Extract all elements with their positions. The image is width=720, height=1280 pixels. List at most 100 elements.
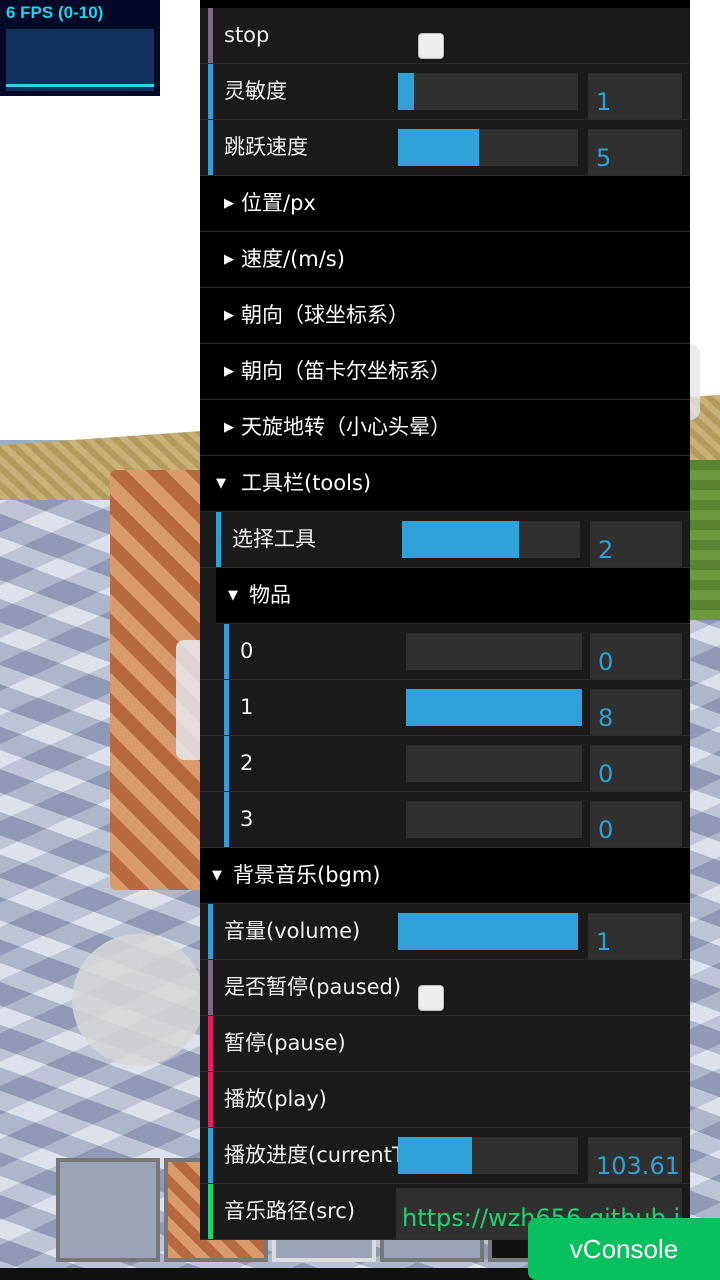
number-accent — [208, 904, 213, 959]
fps-graph — [6, 29, 154, 91]
item-input[interactable]: 0 — [590, 633, 682, 679]
folder-title: 背景音乐(bgm) — [233, 863, 381, 887]
joystick[interactable] — [72, 934, 204, 1066]
caret-right-icon: ▶ — [224, 364, 234, 379]
play-label: 播放(play) — [224, 1087, 327, 1111]
play-button[interactable]: 播放(play) — [200, 1072, 690, 1128]
folder-title: 速度/(m/s) — [241, 247, 345, 271]
folder-flip[interactable]: ▶ 天旋地转（小心头晕） — [200, 400, 690, 456]
jump-speed-input[interactable]: 5 — [588, 129, 682, 175]
caret-down-icon: ▼ — [212, 868, 222, 883]
folder-items[interactable]: ▼ 物品 — [216, 568, 690, 624]
paused-label: 是否暂停(paused) — [224, 975, 402, 999]
vconsole-button[interactable]: vConsole — [528, 1218, 720, 1280]
stop-label: stop — [224, 23, 270, 47]
caret-right-icon: ▶ — [224, 252, 234, 267]
select-tool-row: 选择工具 2 — [200, 512, 690, 568]
src-label: 音乐路径(src) — [224, 1199, 356, 1223]
item-input[interactable]: 0 — [590, 745, 682, 791]
slider-fill — [398, 913, 578, 950]
folder-title: 物品 — [249, 583, 291, 607]
folder-title: 工具栏(tools) — [241, 471, 372, 495]
boolean-accent — [208, 960, 213, 1015]
number-accent — [224, 624, 229, 679]
item-row: 3 0 — [200, 792, 690, 848]
slider-fill — [406, 689, 582, 726]
hotbar-slot[interactable] — [56, 1158, 160, 1262]
pause-button[interactable]: 暂停(pause) — [200, 1016, 690, 1072]
item-row: 2 0 — [200, 736, 690, 792]
slider-fill — [398, 1137, 472, 1174]
paused-row: 是否暂停(paused) — [200, 960, 690, 1016]
current-time-row: 播放进度(currentTime) 103.61 — [200, 1128, 690, 1184]
folder-velocity[interactable]: ▶ 速度/(m/s) — [200, 232, 690, 288]
fps-meter[interactable]: 6 FPS (0-10) — [0, 0, 160, 96]
sensitivity-input[interactable]: 1 — [588, 73, 682, 119]
folder-orientation-spherical[interactable]: ▶ 朝向（球坐标系） — [200, 288, 690, 344]
select-tool-input[interactable]: 2 — [590, 521, 682, 567]
slider-fill — [398, 129, 479, 166]
select-tool-slider[interactable] — [402, 521, 580, 558]
volume-label: 音量(volume) — [224, 919, 361, 943]
item-input[interactable]: 8 — [590, 689, 682, 735]
gui-panel: stop 灵敏度 1 跳跃速度 5 ▶ 位置/px ▶ 速度/(m/s) ▶ 朝… — [200, 0, 690, 1240]
folder-tools[interactable]: ▼ 工具栏(tools) — [200, 456, 690, 512]
function-accent — [208, 1016, 213, 1071]
slider-fill — [402, 521, 520, 558]
fps-graph-line — [6, 84, 154, 87]
jump-speed-row: 跳跃速度 5 — [200, 120, 690, 176]
current-time-input[interactable]: 103.61 — [588, 1137, 682, 1183]
number-accent — [208, 1128, 213, 1183]
item-slider[interactable] — [406, 689, 582, 726]
fps-label: 6 FPS (0-10) — [6, 3, 104, 22]
panel-top-bar — [200, 0, 690, 8]
number-accent — [208, 120, 213, 175]
volume-input[interactable]: 1 — [588, 913, 682, 959]
caret-right-icon: ▶ — [224, 308, 234, 323]
caret-down-icon: ▼ — [216, 476, 226, 491]
select-tool-label: 选择工具 — [232, 527, 316, 551]
stop-row: stop — [200, 8, 690, 64]
caret-right-icon: ▶ — [224, 196, 234, 211]
item-label: 0 — [240, 639, 254, 663]
folder-title: 天旋地转（小心头晕） — [241, 415, 451, 439]
number-accent — [224, 680, 229, 735]
number-accent — [208, 64, 213, 119]
folder-bgm[interactable]: ▼ 背景音乐(bgm) — [200, 848, 690, 904]
item-label: 2 — [240, 751, 254, 775]
jump-speed-slider[interactable] — [398, 129, 578, 166]
sensitivity-slider[interactable] — [398, 73, 578, 110]
folder-orientation-cartesian[interactable]: ▶ 朝向（笛卡尔坐标系） — [200, 344, 690, 400]
item-input[interactable]: 0 — [590, 801, 682, 847]
number-accent — [224, 792, 229, 847]
volume-slider[interactable] — [398, 913, 578, 950]
folder-position[interactable]: ▶ 位置/px — [200, 176, 690, 232]
item-slider[interactable] — [406, 801, 582, 838]
slider-fill — [398, 73, 415, 110]
current-time-slider[interactable] — [398, 1137, 578, 1174]
number-accent — [224, 736, 229, 791]
current-time-label: 播放进度(currentTime) — [224, 1143, 398, 1167]
folder-title: 位置/px — [241, 191, 316, 215]
stop-checkbox[interactable] — [418, 33, 444, 59]
item-row: 1 8 — [200, 680, 690, 736]
sensitivity-row: 灵敏度 1 — [200, 64, 690, 120]
folder-title: 朝向（球坐标系） — [241, 303, 409, 327]
paused-checkbox[interactable] — [418, 985, 444, 1011]
folder-title: 朝向（笛卡尔坐标系） — [241, 359, 451, 383]
volume-row: 音量(volume) 1 — [200, 904, 690, 960]
sensitivity-label: 灵敏度 — [224, 79, 287, 103]
item-label: 1 — [240, 695, 254, 719]
string-accent — [208, 1184, 213, 1239]
jump-speed-label: 跳跃速度 — [224, 135, 308, 159]
boolean-accent — [208, 8, 213, 63]
item-slider[interactable] — [406, 633, 582, 670]
caret-right-icon: ▶ — [224, 420, 234, 435]
caret-down-icon: ▼ — [228, 588, 238, 603]
item-label: 3 — [240, 807, 254, 831]
function-accent — [208, 1072, 213, 1127]
pause-label: 暂停(pause) — [224, 1031, 346, 1055]
item-slider[interactable] — [406, 745, 582, 782]
number-accent — [216, 512, 221, 567]
item-row: 0 0 — [200, 624, 690, 680]
